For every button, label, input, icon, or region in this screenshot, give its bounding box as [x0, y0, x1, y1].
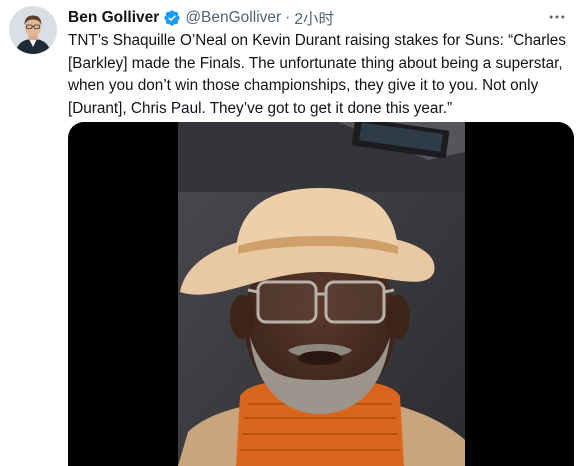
header-separator: ·	[285, 9, 291, 26]
more-options-icon	[549, 15, 565, 19]
tweet-card[interactable]: Ben Golliver @BenGolliver · 2小时 TNT’s Sh…	[0, 0, 582, 466]
verified-badge-icon	[164, 10, 180, 26]
author-avatar[interactable]	[9, 6, 57, 54]
tweet-header: Ben Golliver @BenGolliver · 2小时	[68, 7, 334, 29]
video-frame	[178, 122, 465, 466]
more-options-button[interactable]	[544, 6, 570, 28]
tweet-text: TNT’s Shaquille O’Neal on Kevin Durant r…	[68, 32, 566, 117]
tweet-timestamp[interactable]: 2小时	[294, 7, 334, 29]
author-handle[interactable]: @BenGolliver	[185, 9, 281, 27]
tweet-video[interactable]	[68, 122, 574, 466]
author-display-name[interactable]: Ben Golliver	[68, 9, 159, 27]
profile-photo-icon	[9, 6, 57, 54]
man-in-hat-video-still-icon	[178, 122, 465, 466]
